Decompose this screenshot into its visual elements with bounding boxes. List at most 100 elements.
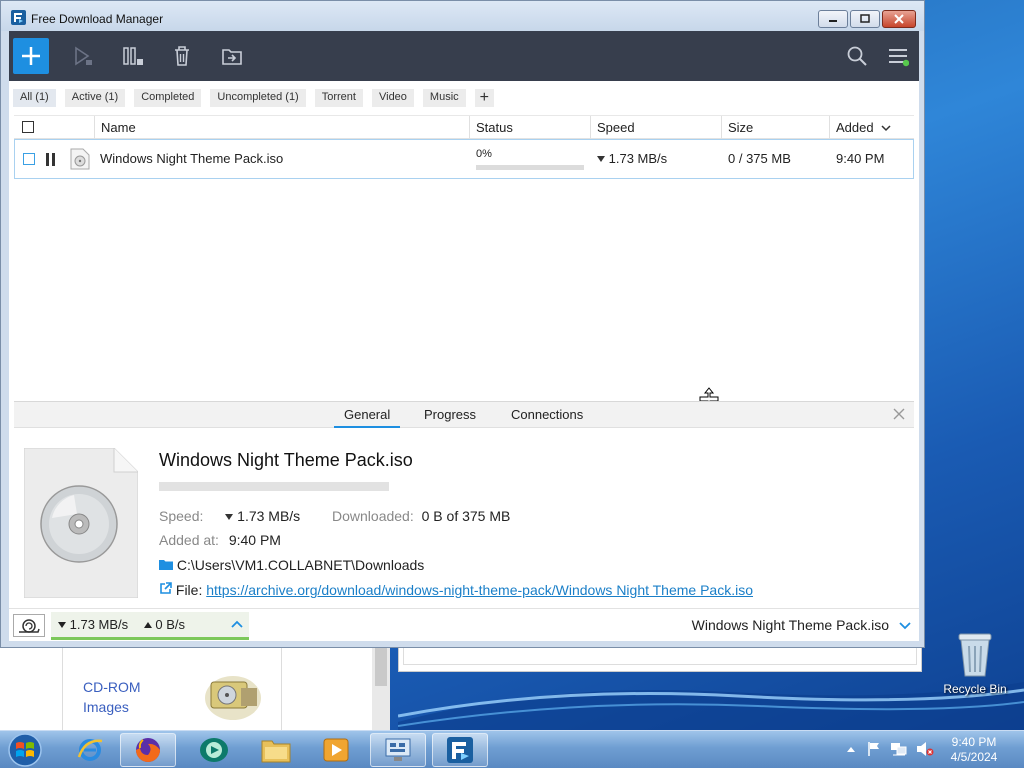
traffic-indicator[interactable]: 1.73 MB/s 0 B/s (51, 612, 249, 640)
tab-progress[interactable]: Progress (414, 402, 486, 428)
downloaded-value: 0 B of 375 MB (421, 508, 511, 524)
background-explorer-window: CD-ROM Images (0, 648, 390, 730)
filter-completed[interactable]: Completed (134, 89, 202, 107)
minimize-icon (829, 20, 837, 22)
minimize-button[interactable] (818, 10, 848, 28)
taskbar: 9:40 PM 4/5/2024 (0, 730, 1024, 768)
filter-music[interactable]: Music (422, 89, 466, 107)
media-center-icon (200, 738, 228, 762)
main-content: All (1) Active (1) Completed Uncompleted… (9, 81, 919, 641)
status-bar: 1.73 MB/s 0 B/s Windows Night Theme Pack… (9, 608, 919, 641)
column-name[interactable]: Name (94, 116, 470, 139)
tab-connections[interactable]: Connections (501, 402, 593, 428)
clock-time: 9:40 PM (951, 735, 997, 749)
title-bar[interactable]: Free Download Manager (1, 1, 924, 31)
recycle-bin-shortcut[interactable]: Recycle Bin (942, 630, 1008, 696)
column-speed[interactable]: Speed (590, 116, 721, 139)
row-pause-button[interactable] (45, 153, 56, 166)
download-arrow-icon (597, 156, 605, 162)
upload-arrow-icon (143, 622, 152, 628)
filter-torrent[interactable]: Torrent (314, 89, 363, 107)
fdm-window: Free Download Manager All (1) Active (1)… (0, 0, 925, 648)
filter-uncompleted[interactable]: Uncompleted (1) (210, 89, 306, 107)
clock[interactable]: 9:40 PM 4/5/2024 (940, 735, 1008, 765)
total-download-speed: 1.73 MB/s (69, 617, 129, 632)
speed-limit-button[interactable] (13, 614, 45, 637)
cdrom-drive-image (205, 676, 261, 720)
column-size[interactable]: Size (721, 116, 829, 139)
start-button[interactable] (6, 732, 44, 768)
delete-button[interactable] (164, 38, 200, 74)
download-arrow-icon (225, 514, 234, 520)
search-button[interactable] (839, 38, 875, 74)
row-size: 0 / 375 MB (728, 151, 791, 166)
filter-bar: All (1) Active (1) Completed Uncompleted… (13, 89, 503, 107)
background-window (398, 648, 922, 672)
cdrom-images-link[interactable]: CD-ROM Images (83, 677, 163, 717)
added-label: Added at: (159, 532, 219, 548)
taskbar-media-app[interactable] (186, 733, 242, 767)
recycle-bin-icon (958, 633, 992, 677)
row-file-name: Windows Night Theme Pack.iso (100, 151, 284, 166)
chevron-down-icon[interactable] (899, 621, 911, 631)
filter-video[interactable]: Video (371, 89, 414, 107)
filter-all[interactable]: All (1) (13, 89, 56, 107)
window-title: Free Download Manager (31, 12, 164, 26)
main-menu-button[interactable] (880, 38, 916, 74)
maximize-button[interactable] (850, 10, 880, 28)
column-added[interactable]: Added (829, 116, 914, 139)
column-status[interactable]: Status (469, 116, 590, 139)
media-player-icon (323, 738, 349, 762)
taskbar-file-explorer[interactable] (248, 733, 304, 767)
row-speed-value: 1.73 MB/s (608, 151, 668, 166)
row-progress-bar (476, 165, 584, 170)
disc-image-file-icon (70, 148, 90, 170)
taskbar-free-download-manager[interactable] (432, 733, 488, 767)
row-added: 9:40 PM (836, 151, 885, 166)
taskbar-firefox[interactable] (120, 733, 176, 767)
select-all-checkbox[interactable] (22, 121, 34, 133)
list-header: Name Status Speed Size Added (14, 115, 914, 139)
tab-general[interactable]: General (334, 402, 401, 428)
details-folder-row[interactable]: C:\Users\VM1.COLLABNET\Downloads (159, 557, 424, 573)
close-details-icon[interactable] (892, 407, 906, 421)
hamburger-menu-icon (889, 49, 909, 67)
download-folder-path: C:\Users\VM1.COLLABNET\Downloads (176, 557, 425, 573)
network-icon[interactable] (890, 741, 908, 757)
resume-button[interactable] (64, 38, 100, 74)
details-downloaded-row: Downloaded: 0 B of 375 MB (332, 508, 510, 524)
row-checkbox[interactable] (23, 153, 35, 165)
firefox-icon (136, 738, 160, 762)
download-row[interactable]: Windows Night Theme Pack.iso 0% 1.73 MB/… (14, 139, 914, 179)
add-filter-button[interactable]: + (474, 89, 494, 107)
move-to-folder-button[interactable] (214, 38, 250, 74)
background-scrollbar[interactable] (372, 648, 390, 730)
action-center-flag-icon[interactable] (866, 741, 882, 757)
speed-label: Speed: (159, 508, 204, 524)
details-panel: General Progress Connections Windows Nig… (14, 401, 914, 606)
add-download-button[interactable] (13, 38, 49, 74)
current-download-name: Windows Night Theme Pack.iso (691, 617, 889, 633)
chevron-up-icon (231, 620, 243, 628)
search-icon (847, 46, 867, 66)
taskbar-internet-explorer[interactable] (62, 733, 118, 767)
pause-all-button[interactable] (115, 38, 151, 74)
details-tabs: General Progress Connections (14, 402, 914, 428)
show-hidden-icons-icon[interactable] (846, 745, 856, 753)
play-icon (75, 46, 92, 66)
folder-move-icon (222, 49, 242, 65)
close-window-button[interactable] (882, 10, 916, 28)
speed-value: 1.73 MB/s (237, 508, 301, 524)
main-toolbar (9, 31, 919, 81)
taskbar-media-player[interactable] (308, 733, 364, 767)
taskbar-control-panel[interactable] (370, 733, 426, 767)
snail-icon (19, 618, 40, 633)
details-file-row: File: https://archive.org/download/windo… (159, 582, 753, 598)
file-url-link[interactable]: https://archive.org/download/windows-nig… (206, 582, 753, 598)
file-label: File: (175, 582, 203, 598)
filter-active[interactable]: Active (1) (64, 89, 126, 107)
volume-muted-icon[interactable] (916, 741, 934, 757)
plus-icon (22, 47, 40, 65)
downloaded-label: Downloaded: (332, 508, 414, 524)
added-value: 9:40 PM (228, 532, 281, 548)
